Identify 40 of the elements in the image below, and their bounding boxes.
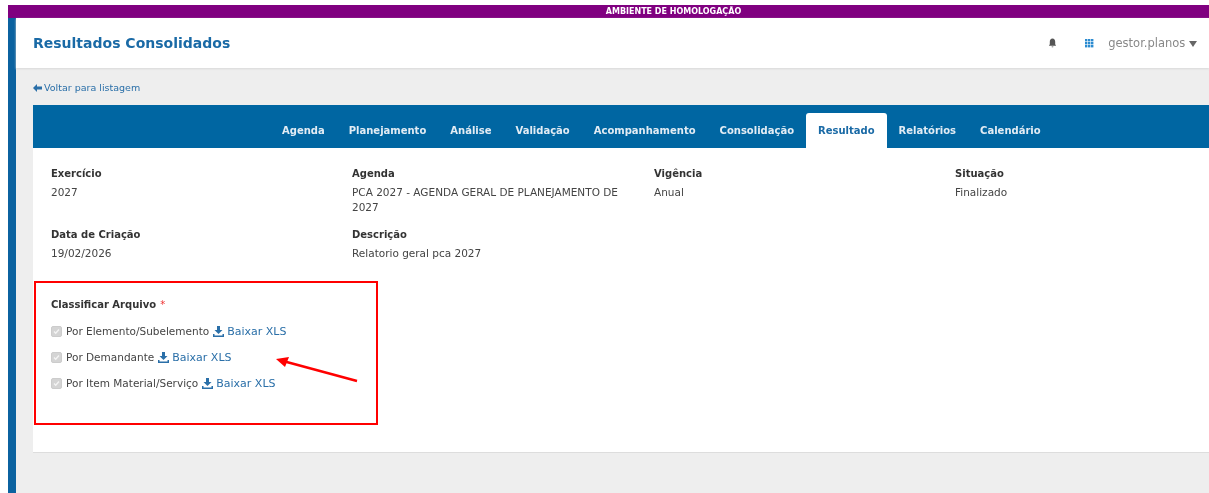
- required-mark: *: [160, 298, 166, 310]
- check-icon: [53, 327, 60, 335]
- tab[interactable]: Validação: [503, 112, 582, 148]
- field-value: Anual: [654, 184, 685, 200]
- download-icon: [202, 377, 214, 389]
- field-value: Finalizado: [955, 184, 1009, 200]
- bell-icon[interactable]: [1048, 38, 1058, 48]
- tab[interactable]: Relatórios: [886, 112, 969, 148]
- field-value: PCA 2027 - AGENDA GERAL DE PLANEJAMENTO DE 2027: [352, 184, 619, 215]
- field-label: Situação: [955, 167, 1005, 179]
- arrow-left-icon: [33, 83, 42, 92]
- back-link[interactable]: Voltar para listagem: [33, 82, 141, 93]
- field-value: Relatorio geral pca 2027: [352, 245, 483, 261]
- field-label: Exercício: [51, 167, 103, 179]
- option-label: Por Item Material/Serviço: [66, 377, 199, 389]
- field-value: 19/02/2026: [51, 245, 113, 261]
- grid-icon[interactable]: [1085, 38, 1095, 48]
- field-label: Vigência: [654, 167, 704, 179]
- field-label: Data de Criação: [51, 228, 142, 240]
- tab[interactable]: Consolidação: [707, 112, 807, 148]
- page-title: Resultados Consolidados: [33, 35, 232, 51]
- check-icon: [53, 353, 60, 361]
- tab[interactable]: Resultado: [806, 112, 887, 148]
- check-icon: [53, 379, 60, 387]
- option-label: Por Demandante: [66, 351, 155, 363]
- user-menu[interactable]: gestor.planos: [1108, 36, 1197, 50]
- tab[interactable]: Agenda: [270, 112, 337, 148]
- field-label: Agenda: [352, 167, 396, 179]
- field-label: Descrição: [352, 228, 408, 240]
- banner-text: AMBIENTE DE HOMOLOGAÇÃO: [604, 7, 742, 16]
- field-value: 2027: [51, 184, 79, 200]
- download-icon: [158, 351, 170, 363]
- tab[interactable]: Planejamento: [336, 112, 439, 148]
- classify-label: Classificar Arquivo: [51, 298, 157, 310]
- tab[interactable]: Análise: [438, 112, 504, 148]
- caret-icon: [1189, 41, 1197, 47]
- tab[interactable]: Acompanhamento: [581, 112, 708, 148]
- tab[interactable]: Calendário: [968, 112, 1053, 148]
- download-icon: [213, 325, 225, 337]
- option-label: Por Elemento/Subelemento: [66, 325, 210, 337]
